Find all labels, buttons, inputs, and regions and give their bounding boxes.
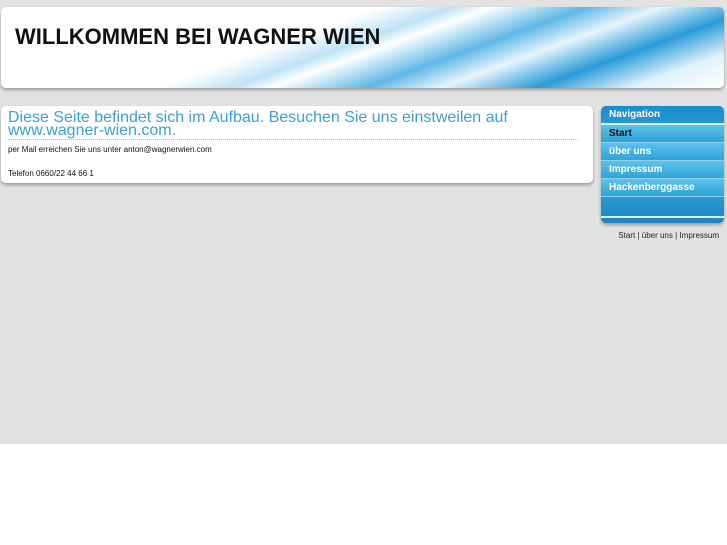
footer-link-impressum[interactable]: Impressum bbox=[679, 231, 719, 240]
phone-text: Telefon 0660/22 44 66 1 bbox=[8, 169, 94, 178]
footer-links: Start | über uns | Impressum bbox=[618, 231, 719, 240]
content-box: Diese Seite befindet sich im Aufbau. Bes… bbox=[1, 106, 593, 183]
mail-text: per Mail erreichen Sie uns unter anton@w… bbox=[8, 145, 212, 154]
footer-link-ueber-uns[interactable]: über uns bbox=[642, 231, 673, 240]
separator: | bbox=[637, 231, 640, 240]
nav-divider bbox=[601, 216, 724, 218]
separator: | bbox=[675, 231, 678, 240]
footer-link-start[interactable]: Start bbox=[618, 231, 635, 240]
nav-item-ueber-uns[interactable]: über uns bbox=[601, 143, 724, 161]
nav-item-start[interactable]: Start bbox=[601, 125, 724, 143]
content-heading: Diese Seite befindet sich im Aufbau. Bes… bbox=[8, 110, 578, 140]
navigation-menu: Navigation Start über uns Impressum Hack… bbox=[601, 106, 724, 223]
nav-item-hackenberggasse[interactable]: Hackenberggasse bbox=[601, 179, 724, 197]
nav-item-impressum[interactable]: Impressum bbox=[601, 161, 724, 179]
nav-title: Navigation bbox=[601, 106, 724, 125]
header-banner: WILLKOMMEN BEI WAGNER WIEN bbox=[1, 7, 724, 88]
site-title: WILLKOMMEN BEI WAGNER WIEN bbox=[15, 24, 381, 49]
